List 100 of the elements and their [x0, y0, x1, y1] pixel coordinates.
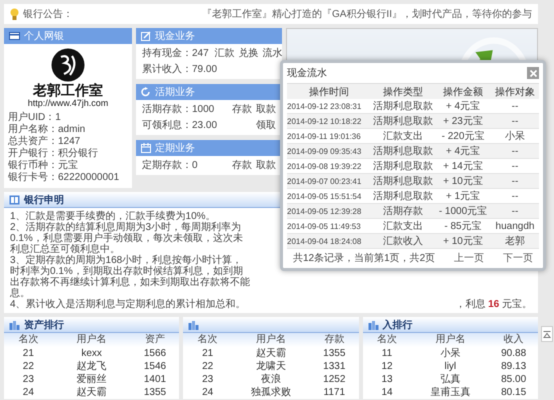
table-cell-text: 活期利息取款 — [372, 114, 434, 128]
logo-title: 老郭工作室 — [33, 82, 103, 98]
panel-title: 定期业务 — [155, 142, 195, 155]
dialog-title: 现金流水 — [287, 66, 327, 80]
table-cell-text: -- — [510, 100, 520, 112]
table-cell-text: 1401 — [142, 373, 168, 386]
table-cell-text: -- — [510, 206, 520, 216]
pagination-summary: 共12条记录，当前第1页，共2页 — [293, 252, 436, 264]
table-cell-text: 小呆 — [504, 130, 526, 143]
table-cell-text: 活期利息取款 — [372, 100, 434, 113]
panel-title: 现金业务 — [155, 30, 195, 43]
table-cell-text: 22 — [22, 360, 35, 373]
logo-url: http://www.47jh.com — [28, 98, 108, 108]
back-to-top-button[interactable] — [541, 326, 553, 342]
table-cell-text: 夜浪 — [260, 373, 282, 386]
next-page-link[interactable]: 下一页 — [503, 250, 533, 264]
table-cell-text: 1171 — [322, 386, 346, 399]
table-cell-text: 89.13 — [500, 360, 528, 373]
table-cell-text: 小呆 — [439, 347, 462, 360]
table-cell-text: 汇款支出 — [382, 130, 424, 143]
notice-text: 利息汇总至可领利息中。 — [10, 244, 121, 255]
table-cell-text: 23 — [201, 373, 214, 386]
table-cell-text: huangdh — [494, 220, 536, 232]
close-button[interactable] — [527, 67, 539, 79]
arrow-up-icon — [543, 330, 551, 338]
table-cell-text: 11 — [380, 347, 394, 360]
table-cell-text: + 1元宝 — [444, 190, 482, 203]
profile-field: 总共资产：1247 — [8, 136, 128, 148]
table-cell-text: 皇甫玉真 — [429, 386, 472, 399]
column-header: 用户名 — [434, 333, 466, 347]
table-cell-text: 1252 — [322, 373, 346, 386]
notice-text: 0.1%，利息需要用户手动领取，每次未领取，这次未 — [10, 233, 244, 244]
action-link[interactable]: 兑换 — [238, 46, 259, 60]
action-link[interactable]: 取款 — [256, 158, 276, 172]
table-cell-text: + 4元宝 — [444, 100, 482, 113]
logo-mark-icon — [51, 48, 85, 82]
table-cell-text: 1546 — [142, 360, 168, 373]
announcement-label: 银行公告： — [23, 8, 73, 21]
table-cell-text: 2014-09-11 19:01:36 — [287, 132, 362, 140]
panel-title: 活期业务 — [155, 86, 195, 99]
previous-page-link[interactable]: 上一页 — [454, 250, 484, 264]
column-header: 操作时间 — [308, 86, 350, 98]
table-cell-text: 2014-09-04 18:24:08 — [287, 236, 362, 246]
table-cell-text: -- — [510, 146, 520, 156]
table-cell-text: 汇款支出 — [382, 220, 424, 233]
table-cell-text: 老郭 — [504, 234, 526, 248]
table-cell-text: 23 — [22, 373, 35, 386]
table-cell-text: 13 — [380, 373, 394, 386]
notice-text: 1、汇款是需要手续费的，汇款手续费为10%。 — [10, 211, 216, 222]
column-header: 操作类型 — [382, 86, 424, 98]
profile-field: 用户UID：1 — [8, 112, 128, 124]
table-cell-text: - 1000元宝 — [438, 204, 488, 218]
refresh-icon — [141, 87, 151, 97]
table-cell-text: 14 — [380, 386, 394, 399]
table-cell-text: 赵龙飞 — [76, 360, 108, 373]
table-cell-text: 24 — [22, 386, 35, 399]
column-header: 资产 — [144, 333, 166, 347]
table-cell-text: - 85元宝 — [443, 220, 483, 233]
notice-text: 4、累计收入是活期利息与定期利息的累计相加总和。 — [10, 299, 247, 310]
table-cell-text: 弘真 — [439, 373, 462, 386]
panel-title: 入排行 — [382, 318, 413, 332]
table-cell-text: 1355 — [142, 386, 168, 399]
table-cell-text: 22 — [201, 360, 214, 373]
table-cell-text: + 4元宝 — [444, 144, 482, 158]
action-link[interactable]: 存款 — [232, 102, 252, 116]
close-icon — [528, 68, 538, 78]
table-cell-text: 汇款收入 — [382, 234, 424, 248]
notice-text: ，利息 16 元宝。 — [455, 299, 532, 310]
table-cell-text: 2014-09-09 09:35:43 — [287, 146, 362, 156]
action-link[interactable]: 存款 — [232, 158, 252, 172]
profile-field: 开户银行：积分银行 — [8, 148, 128, 160]
table-cell-text: 独孤求败 — [250, 386, 292, 399]
table-cell-text: 2014-09-05 11:49:53 — [287, 222, 362, 230]
table-cell-text: 2014-09-12 23:08:31 — [287, 102, 362, 110]
table-cell-text: 85.00 — [500, 373, 528, 386]
bar-chart-icon — [368, 320, 379, 330]
table-cell-text: 2014-09-08 19:39:22 — [287, 162, 362, 170]
table-cell-text: 2014-09-12 10:18:22 — [287, 116, 362, 126]
table-cell-text: 活期利息取款 — [372, 160, 434, 173]
column-header: 名次 — [196, 333, 219, 347]
table-cell-text: 2014-09-07 00:23:41 — [287, 176, 362, 186]
table-cell-text: 80.15 — [500, 386, 528, 399]
table-cell-text: 24 — [201, 386, 214, 399]
action-link[interactable]: 领取 — [256, 118, 276, 132]
action-link[interactable]: 汇款 — [214, 46, 235, 60]
table-cell-text: 活期利息取款 — [372, 174, 434, 188]
table-cell-text: 赵天霸 — [76, 386, 108, 399]
table-cell-text: -- — [510, 116, 520, 126]
column-header: 操作金额 — [442, 86, 484, 98]
action-link[interactable]: 流水 — [262, 46, 283, 60]
balance-text: 活期存款：1000 — [142, 102, 214, 116]
column-header: 操作对象 — [494, 86, 536, 98]
notice-text: 时利率为0.1%，到期取出存款时候结算利息，如到期 — [10, 266, 243, 277]
action-link[interactable]: 取款 — [256, 102, 276, 116]
table-cell-text: 1566 — [142, 347, 168, 360]
profile-field: 用户名称：admin — [8, 124, 128, 136]
table-cell-text: - 220元宝 — [440, 130, 486, 143]
notice-text: 出存款将不再继续计算利息，如未到期取出存款将不能 — [10, 277, 251, 288]
table-cell-text: 2014-09-05 12:39:28 — [287, 206, 362, 216]
column-header: 收入 — [502, 333, 525, 347]
